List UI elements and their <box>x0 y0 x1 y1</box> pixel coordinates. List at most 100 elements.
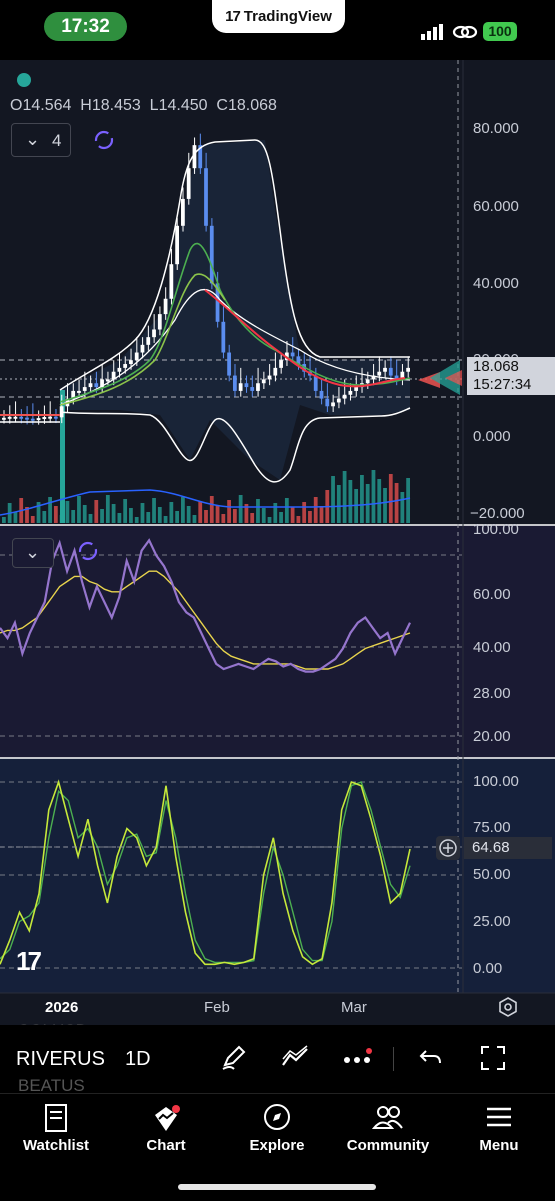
volume-bar <box>215 505 220 523</box>
stoch-axis-label: 100.00 <box>473 773 519 790</box>
rsi-collapse-button[interactable]: ⌄ <box>12 538 54 568</box>
tab-menu[interactable]: Menu <box>449 1094 549 1154</box>
indicator-count: 4 <box>52 131 62 150</box>
chevron-down-icon: ⌄ <box>25 542 41 562</box>
tab-explore[interactable]: Explore <box>227 1094 327 1154</box>
volume-bar <box>186 506 191 523</box>
rsi-axis-label: 100.00 <box>473 521 519 538</box>
volume-bar <box>273 503 278 523</box>
price-axis-label: 0.000 <box>473 428 511 445</box>
indicators-toggle-button[interactable]: ⌄ 4 <box>11 123 71 157</box>
candle-body <box>406 367 410 372</box>
volume-bar <box>77 496 81 523</box>
volume-bar <box>94 500 99 523</box>
candle-body <box>250 387 255 391</box>
ohlc-high: H18.453 <box>80 97 141 114</box>
volume-bar <box>65 501 70 523</box>
candle-body <box>7 416 12 419</box>
candle-body <box>53 416 58 419</box>
volume-bar <box>192 515 197 523</box>
volume-bar <box>238 495 243 523</box>
link-icon <box>452 22 478 42</box>
rsi-sync-icon[interactable] <box>77 540 99 562</box>
drawing-tool-icon[interactable] <box>220 1043 248 1071</box>
undo-icon[interactable] <box>418 1045 444 1071</box>
tradingview-logo-icon: 17 <box>225 8 241 25</box>
stoch-axis-label: 0.00 <box>473 960 503 977</box>
volume-bar <box>30 516 35 523</box>
chart-icon <box>116 1103 216 1133</box>
volume-bar <box>157 507 162 523</box>
candle-body <box>88 383 93 388</box>
candle-body <box>209 225 214 284</box>
volume-bar <box>302 502 307 523</box>
tab-label: Chart <box>146 1137 186 1154</box>
crosshair-add-button[interactable] <box>436 836 460 860</box>
candle-body <box>388 367 393 376</box>
price-axis-label: 60.000 <box>473 198 519 215</box>
price-axis-label: 40.000 <box>473 275 519 292</box>
tab-label: Explore <box>249 1137 305 1154</box>
volume-bar <box>42 511 47 523</box>
symbol-name[interactable]: RIVERUS <box>16 1048 105 1071</box>
candle-body <box>221 321 226 353</box>
volume-bar <box>308 511 312 523</box>
time-axis-label: Mar <box>341 999 367 1016</box>
volume-bar <box>2 517 6 523</box>
rsi-axis-label: 20.00 <box>473 728 511 745</box>
volume-bar <box>71 510 76 523</box>
chart-settings-icon[interactable] <box>497 996 519 1018</box>
candle-body <box>238 383 243 391</box>
volume-bar <box>371 470 376 523</box>
market-status-dot <box>17 73 31 87</box>
rsi-axis-label: 60.00 <box>473 586 511 603</box>
candle-body <box>336 398 341 403</box>
volume-bar <box>13 512 18 523</box>
fullscreen-icon[interactable] <box>479 1044 507 1072</box>
toolbar-divider <box>393 1047 394 1071</box>
book-icon <box>6 1103 106 1133</box>
candle-body <box>279 360 283 368</box>
interval-button[interactable]: 1D <box>125 1048 151 1071</box>
candle-body <box>94 383 99 388</box>
more-icon[interactable] <box>342 1047 374 1069</box>
tab-community[interactable]: Community <box>338 1094 438 1154</box>
volume-bar <box>331 476 335 523</box>
volume-bar <box>250 513 255 523</box>
chart-toolbar: RIVERUS 1D BEATUS <box>0 1025 555 1095</box>
candle-body <box>82 387 87 391</box>
candle-body <box>331 402 335 407</box>
volume-bar <box>279 512 283 523</box>
indicators-icon[interactable] <box>280 1043 310 1071</box>
candle-body <box>256 383 260 391</box>
volume-bar <box>400 492 405 523</box>
candle-body <box>42 417 47 420</box>
sync-icon[interactable] <box>93 129 115 151</box>
volume-bar <box>53 506 58 523</box>
battery-icon: 100 <box>483 22 517 41</box>
volume-bar <box>290 507 295 523</box>
volume-bar <box>88 514 93 523</box>
candle-body <box>134 352 139 361</box>
volume-bar <box>105 495 110 523</box>
tab-label: Menu <box>479 1137 519 1154</box>
home-indicator <box>178 1184 376 1190</box>
candle-body <box>325 398 330 407</box>
volume-bar <box>181 497 185 523</box>
volume-bar <box>342 471 347 523</box>
volume-bar <box>221 514 226 523</box>
chart-area[interactable]: O14.564 H18.453 L14.450 C18.068 ⌄ 4 80.0… <box>0 60 555 1090</box>
chart-canvas[interactable] <box>0 60 555 1090</box>
volume-bar <box>169 502 174 523</box>
volume-bar <box>146 512 151 523</box>
volume-bar <box>123 499 128 523</box>
candle-body <box>319 390 324 399</box>
candle-body <box>36 418 41 421</box>
tab-watchlist[interactable]: Watchlist <box>6 1094 106 1154</box>
rsi-axis-label: 28.00 <box>473 685 511 702</box>
tradingview-pill[interactable]: 17 TradingView <box>212 0 345 33</box>
tab-chart[interactable]: Chart <box>116 1094 216 1154</box>
status-time: 17:32 <box>44 12 127 41</box>
ohlc-close: C18.068 <box>216 97 277 114</box>
candle-body <box>348 390 353 395</box>
